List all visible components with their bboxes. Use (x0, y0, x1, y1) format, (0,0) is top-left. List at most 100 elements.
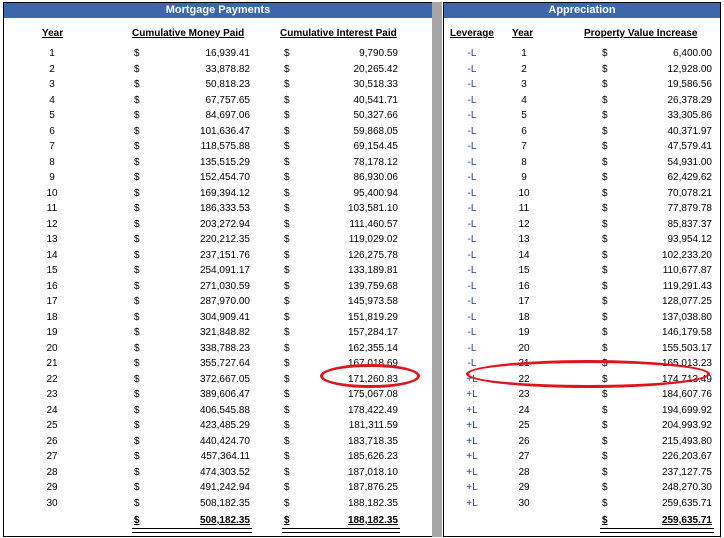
currency-symbol: $ (134, 435, 140, 447)
property-value-cell: 40,371.97 (667, 125, 713, 137)
cumulative-money-cell: 304,909.41 (199, 311, 250, 323)
year-cell: 15 (518, 265, 530, 276)
currency-symbol: $ (602, 327, 608, 338)
year-cell: 30 (518, 497, 530, 509)
currency-symbol: $ (134, 218, 140, 230)
currency-symbol: $ (284, 389, 290, 400)
cumulative-money-cell: 237,151.76 (199, 249, 250, 261)
property-value-cell: 6,400.00 (673, 48, 712, 59)
currency-symbol: $ (602, 63, 608, 75)
header-year-appreciation: Year (512, 28, 534, 39)
currency-symbol: $ (134, 63, 140, 75)
currency-symbol: $ (602, 48, 608, 59)
leverage-cell: +L (466, 404, 478, 416)
currency-symbol: $ (602, 110, 608, 121)
currency-symbol: $ (134, 79, 140, 90)
currency-symbol: $ (284, 141, 290, 152)
currency-symbol: $ (602, 311, 608, 323)
currency-symbol: $ (602, 296, 608, 307)
currency-symbol: $ (284, 497, 290, 509)
year-cell: 1 (49, 48, 55, 59)
cumulative-interest-cell: 86,930.06 (353, 172, 399, 183)
property-value-cell: 215,493.80 (661, 435, 712, 447)
currency-symbol: $ (134, 327, 140, 338)
currency-symbol: $ (284, 187, 290, 199)
cumulative-interest-cell: 188,182.35 (347, 497, 398, 509)
property-value-cell: 226,203.67 (661, 451, 712, 462)
year-cell: 29 (46, 482, 58, 493)
year-cell: 2 (49, 63, 55, 75)
leverage-cell: -L (467, 296, 477, 307)
leverage-cell: -L (467, 249, 477, 261)
year-cell: 29 (518, 482, 530, 493)
year-cell: 12 (46, 218, 58, 230)
currency-symbol: $ (284, 172, 290, 183)
total-property-value: 259,635.71 (661, 515, 712, 526)
currency-symbol: $ (134, 451, 140, 462)
currency-symbol: $ (284, 110, 290, 121)
year-cell: 8 (49, 156, 55, 168)
panel-divider (432, 2, 442, 537)
leverage-cell: +L (466, 435, 478, 447)
total-double-underline (282, 528, 400, 533)
year-cell: 14 (46, 249, 58, 261)
year-cell: 16 (46, 280, 58, 292)
currency-symbol: $ (602, 466, 608, 478)
property-value-cell: 137,038.80 (661, 311, 712, 323)
currency-symbol: $ (134, 311, 140, 323)
currency-symbol: $ (602, 249, 608, 261)
currency-symbol: $ (602, 435, 608, 447)
leverage-cell: -L (467, 63, 477, 75)
currency-symbol: $ (134, 48, 140, 59)
total-currency-symbol: $ (284, 515, 290, 526)
currency-symbol: $ (134, 389, 140, 400)
year-cell: 7 (49, 141, 55, 152)
cumulative-money-cell: 67,757.65 (205, 94, 251, 106)
leverage-cell: +L (466, 389, 478, 400)
property-value-cell: 47,579.41 (667, 141, 713, 152)
header-cumulative-money-paid: Cumulative Money Paid (132, 28, 245, 39)
year-cell: 28 (46, 466, 58, 478)
currency-symbol: $ (284, 358, 290, 369)
currency-symbol: $ (602, 172, 608, 183)
property-value-cell: 194,699.92 (661, 404, 712, 416)
cumulative-interest-cell: 50,327.66 (353, 110, 399, 121)
header-cumulative-interest-paid: Cumulative Interest Paid (280, 28, 397, 39)
year-cell: 19 (46, 327, 58, 338)
cumulative-interest-cell: 187,876.25 (347, 482, 398, 493)
leverage-cell: -L (467, 265, 477, 276)
header-year: Year (42, 28, 64, 39)
currency-symbol: $ (284, 125, 290, 137)
cumulative-interest-cell: 95,400.94 (353, 187, 399, 199)
year-cell: 5 (521, 110, 527, 121)
leverage-cell: -L (467, 172, 477, 183)
leverage-cell: -L (467, 327, 477, 338)
currency-symbol: $ (134, 203, 140, 214)
leverage-cell: -L (467, 280, 477, 292)
year-cell: 25 (518, 420, 530, 431)
currency-symbol: $ (284, 327, 290, 338)
total-money-paid: 508,182.35 (199, 515, 250, 526)
currency-symbol: $ (284, 94, 290, 106)
total-double-underline (132, 528, 252, 533)
year-cell: 13 (46, 234, 58, 245)
year-cell: 16 (518, 280, 530, 292)
cumulative-money-cell: 50,818.23 (205, 79, 251, 90)
leverage-cell: -L (467, 110, 477, 121)
currency-symbol: $ (134, 125, 140, 137)
property-value-cell: 62,429.62 (667, 172, 713, 183)
currency-symbol: $ (284, 234, 290, 245)
cumulative-interest-cell: 139,759.68 (347, 280, 398, 292)
currency-symbol: $ (134, 265, 140, 276)
year-cell: 20 (46, 342, 58, 354)
leverage-cell: +L (466, 420, 478, 431)
cumulative-money-cell: 152,454.70 (199, 172, 250, 183)
cumulative-money-cell: 423,485.29 (199, 420, 250, 431)
currency-symbol: $ (602, 265, 608, 276)
leverage-cell: -L (467, 125, 477, 137)
currency-symbol: $ (134, 156, 140, 168)
currency-symbol: $ (602, 156, 608, 168)
currency-symbol: $ (602, 141, 608, 152)
cumulative-money-cell: 118,575.88 (200, 141, 250, 152)
cumulative-interest-cell: 30,518.33 (353, 79, 399, 90)
